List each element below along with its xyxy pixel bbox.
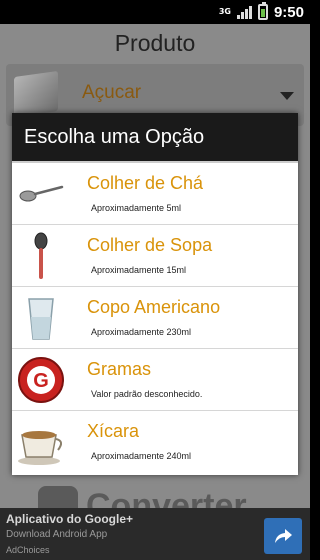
- network-type: 3G: [218, 7, 231, 16]
- option-copo-americano[interactable]: Copo Americano Aproximadamente 230ml: [12, 287, 298, 349]
- option-description: Aproximadamente 240ml: [91, 451, 192, 461]
- ad-choices[interactable]: AdChoices: [6, 545, 50, 555]
- ad-banner[interactable]: Aplicativo do Google+ Download Android A…: [0, 508, 310, 560]
- battery-icon: [257, 2, 268, 20]
- glass-icon: [28, 298, 54, 340]
- option-label: Colher de Sopa: [87, 235, 213, 255]
- tablespoon-icon: [34, 232, 48, 279]
- sugar-cube-icon: [14, 70, 58, 118]
- ad-open-button[interactable]: [264, 518, 302, 554]
- clock: 9:50: [273, 3, 304, 21]
- selected-product: Açucar: [82, 82, 142, 103]
- teaspoon-icon: [19, 185, 64, 202]
- status-bar: 3G 9:50: [0, 0, 310, 24]
- option-colher-de-sopa[interactable]: Colher de Sopa Aproximadamente 15ml: [12, 225, 298, 287]
- option-label: Xícara: [87, 421, 140, 441]
- option-dialog: Escolha uma Opção Colher de Chá Aproxima…: [12, 113, 298, 475]
- option-description: Aproximadamente 230ml: [91, 327, 192, 337]
- dropdown-arrow-icon: [280, 92, 294, 100]
- share-arrow-icon: [275, 529, 292, 543]
- page-title: Produto: [114, 30, 196, 56]
- dialog-title: Escolha uma Opção: [12, 113, 298, 163]
- ad-title: Aplicativo do Google+: [6, 512, 134, 526]
- option-label: Copo Americano: [87, 297, 221, 317]
- option-colher-de-cha[interactable]: Colher de Chá Aproximadamente 5ml: [12, 163, 298, 225]
- option-description: Valor padrão desconhecido.: [91, 389, 203, 399]
- grams-icon: G: [18, 357, 64, 403]
- option-description: Aproximadamente 15ml: [91, 265, 187, 275]
- option-description: Aproximadamente 5ml: [91, 203, 182, 213]
- cup-icon: [18, 431, 62, 465]
- option-xicara[interactable]: Xícara Aproximadamente 240ml: [12, 411, 298, 473]
- svg-text:G: G: [33, 370, 49, 392]
- option-label: Colher de Chá: [87, 173, 204, 193]
- option-label: Gramas: [87, 359, 152, 379]
- ad-subtitle: Download Android App: [6, 529, 108, 540]
- option-gramas[interactable]: G Gramas Valor padrão desconhecido.: [12, 349, 298, 411]
- signal-icon: [236, 5, 252, 19]
